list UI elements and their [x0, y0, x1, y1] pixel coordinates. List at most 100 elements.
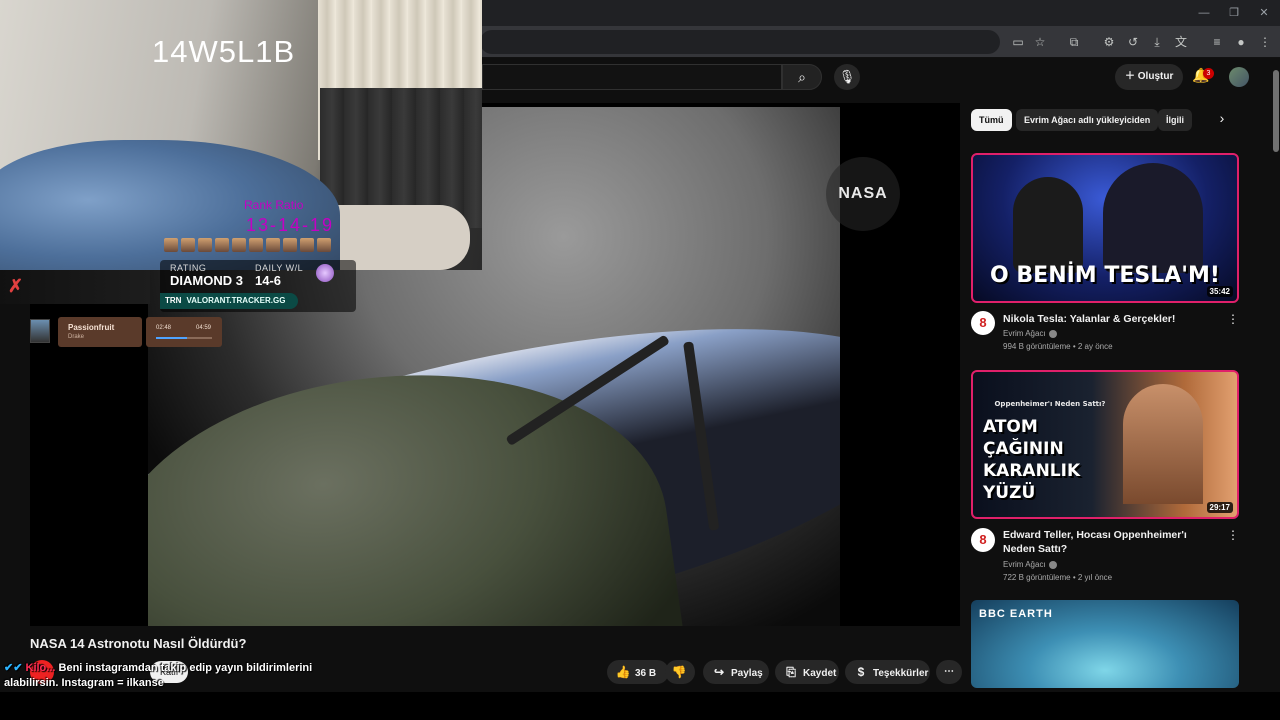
video-title-link[interactable]: Edward Teller, Hocası Oppenheimer'ı Nede…	[1003, 528, 1218, 556]
daily-wl-label: DAILY W/L	[255, 263, 304, 273]
bbc-earth-logo: BBC EARTH	[979, 608, 1053, 620]
share-button[interactable]: ↪ Paylaş	[703, 660, 769, 684]
share-label: Paylaş	[731, 668, 763, 679]
agent-icons-row	[164, 238, 350, 252]
chat-badge-icon: ✔✔	[4, 662, 26, 674]
dislike-button[interactable]: 👎	[665, 660, 695, 684]
extensions-icon[interactable]: ⧉	[1064, 32, 1084, 52]
agent-icon	[283, 238, 297, 252]
search-input[interactable]	[482, 64, 782, 90]
download-icon[interactable]: ⤓	[1147, 32, 1167, 52]
bookmark-star-icon[interactable]: ☆	[1030, 32, 1050, 52]
thumbs-up-icon: 👍	[615, 665, 631, 679]
scrollbar[interactable]	[1272, 58, 1280, 692]
save-button[interactable]: ⎘ Kaydet	[775, 660, 839, 684]
like-button[interactable]: 👍 36 B	[607, 660, 669, 684]
now-playing-card	[58, 317, 142, 347]
thanks-label: Teşekkürler	[873, 668, 929, 679]
video-menu-icon[interactable]: ⋮	[1226, 528, 1240, 544]
save-icon: ⎘	[786, 665, 796, 679]
user-avatar[interactable]	[1229, 67, 1249, 87]
share-icon: ↪	[713, 665, 725, 679]
chevron-right-icon[interactable]: ›	[1212, 110, 1232, 130]
rating-value: DIAMOND 3	[170, 273, 243, 288]
menu-dots-icon[interactable]: ⋮	[1255, 32, 1275, 52]
channel-name[interactable]: Evrim Ağacı	[1003, 560, 1057, 569]
save-label: Kaydet	[803, 668, 837, 679]
video-thumbnail[interactable]: Oppenheimer'ı Neden Sattı? ATOM ÇAĞININ …	[971, 370, 1239, 519]
more-dots-icon: ⋯	[944, 666, 954, 677]
search-icon: ⌕	[798, 69, 806, 85]
trn-tag: TRN	[165, 296, 182, 305]
thumbnail-subtext: Oppenheimer'ı Neden Sattı?	[994, 400, 1106, 408]
brand-logo-icon: ✗	[8, 276, 24, 296]
thumbnail-figure	[1103, 163, 1203, 273]
channel-name-text: Evrim Ağacı	[1003, 329, 1046, 338]
song-total: 04:59	[196, 325, 212, 331]
taskbar-strip	[0, 692, 1280, 720]
song-elapsed: 02:48	[156, 325, 172, 331]
plus-icon: ＋	[1125, 71, 1138, 82]
agent-icon	[215, 238, 229, 252]
chip-related[interactable]: İlgili	[1158, 109, 1192, 131]
tracker-site-bar: TRN VALORANT.TRACKER.GG	[160, 293, 298, 309]
close-button[interactable]: ✕	[1249, 4, 1279, 22]
create-label: Oluştur	[1137, 71, 1174, 82]
agent-icon	[232, 238, 246, 252]
album-art	[30, 319, 50, 343]
chip-all[interactable]: Tümü	[971, 109, 1012, 131]
cast-icon[interactable]: ▭	[1008, 32, 1028, 52]
extension-icon[interactable]: ⚙	[1099, 32, 1119, 52]
video-meta: 722 B görüntüleme • 2 yıl önce	[1003, 573, 1113, 582]
nasa-watermark: NASA	[826, 157, 900, 231]
like-count: 36 B	[635, 668, 657, 679]
thanks-button[interactable]: $ Teşekkürler	[845, 660, 930, 684]
minimize-button[interactable]: —	[1189, 4, 1219, 22]
thumbnail-text: O BENİM TESLA'M!	[990, 263, 1220, 288]
song-title: Passionfruit	[68, 323, 115, 332]
agent-icon	[266, 238, 280, 252]
search-button[interactable]: ⌕	[782, 64, 822, 90]
thanks-icon: $	[857, 665, 865, 679]
thumbnail-figure	[1013, 177, 1083, 273]
agent-icon	[300, 238, 314, 252]
video-menu-icon[interactable]: ⋮	[1226, 312, 1240, 328]
scrollbar-thumb[interactable]	[1273, 70, 1279, 152]
channel-avatar-icon[interactable]: 8	[971, 311, 995, 335]
song-artist: Drake	[68, 334, 85, 340]
voice-search-button[interactable]: 🎙	[834, 64, 860, 90]
video-thumbnail[interactable]: O BENİM TESLA'M! 35:42	[971, 153, 1239, 303]
translate-icon[interactable]: 文	[1171, 32, 1191, 52]
song-progress-fill	[156, 337, 188, 339]
thumbnail-text: ATOM ÇAĞININ KARANLIK YÜZÜ	[983, 417, 1081, 503]
tracker-site: VALORANT.TRACKER.GG	[186, 296, 286, 305]
video-title-link[interactable]: Nikola Tesla: Yalanlar & Gerçekler!	[1003, 312, 1218, 326]
channel-avatar-icon[interactable]: 8	[971, 528, 995, 552]
channel-name[interactable]: Evrim Ağacı	[1003, 329, 1057, 338]
chat-message: ✔✔ Kilo... Beni instagramdan takip edip …	[4, 661, 344, 691]
rank-badge-icon	[316, 264, 334, 282]
daily-wl-value: 14-6	[255, 273, 282, 288]
restore-button[interactable]: ❐	[1219, 4, 1249, 22]
agent-icon	[249, 238, 263, 252]
song-progress-bar	[156, 337, 212, 339]
microphone-icon: 🎙	[838, 69, 856, 84]
agent-icon	[181, 238, 195, 252]
rating-label: RATING	[170, 263, 207, 273]
now-playing-time-card	[146, 317, 222, 347]
notification-count-badge: 3	[1203, 68, 1214, 79]
address-bar[interactable]	[480, 30, 1000, 54]
cam-code-text: 14W5L1B	[152, 34, 296, 69]
reading-list-icon[interactable]: ≡	[1207, 32, 1227, 52]
history-icon[interactable]: ↺	[1123, 32, 1143, 52]
video-thumbnail[interactable]: BBC EARTH	[971, 600, 1239, 688]
chip-from-uploader[interactable]: Evrim Ağacı adlı yükleyiciden	[1016, 109, 1159, 131]
rank-ratio-label: Rank Ratio	[244, 198, 304, 212]
rank-ratio-score: 13-14-19	[246, 215, 335, 235]
more-actions-button[interactable]: ⋯	[936, 660, 962, 684]
agent-icon	[198, 238, 212, 252]
video-duration: 35:42	[1206, 286, 1233, 297]
profile-icon[interactable]: ●	[1231, 32, 1251, 52]
create-button[interactable]: ＋ Oluştur	[1115, 64, 1183, 90]
thumbs-down-icon: 👎	[671, 665, 687, 679]
